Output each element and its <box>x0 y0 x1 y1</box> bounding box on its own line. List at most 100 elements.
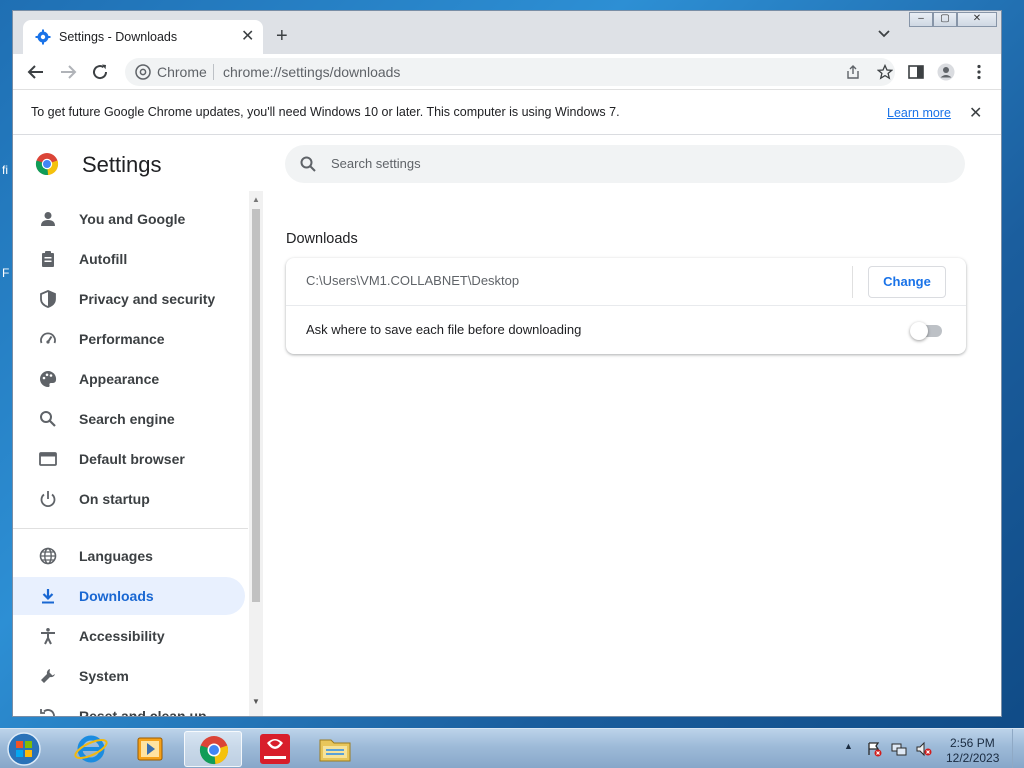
kebab-menu-icon[interactable] <box>970 63 988 81</box>
sidebar-item-label: Appearance <box>79 371 160 387</box>
site-label: Chrome <box>157 64 207 80</box>
wrench-icon <box>41 669 55 683</box>
change-location-button[interactable]: Change <box>868 266 946 298</box>
tab-close-icon[interactable]: ✕ <box>241 26 254 46</box>
reload-icon[interactable] <box>91 63 109 81</box>
url-text[interactable]: chrome://settings/downloads <box>223 64 400 80</box>
power-icon <box>40 491 56 508</box>
forward-arrow-icon[interactable] <box>59 63 77 81</box>
sidebar-item-label: Privacy and security <box>79 291 216 307</box>
sidebar-item-downloads[interactable]: Downloads <box>13 577 245 615</box>
reset-icon <box>40 709 55 716</box>
internet-explorer-icon[interactable] <box>62 731 120 767</box>
settings-sidebar: You and Google Autofill Privacy and secu… <box>13 191 263 717</box>
desktop-text: fi <box>2 163 8 177</box>
tab-title: Settings - Downloads <box>59 30 178 44</box>
search-placeholder: Search settings <box>331 156 421 171</box>
settings-main: Downloads C:\Users\VM1.COLLABNET\Desktop… <box>265 191 1001 716</box>
volume-muted-icon[interactable] <box>916 741 932 757</box>
sidebar-item-label: Languages <box>79 548 153 564</box>
downloads-card: C:\Users\VM1.COLLABNET\Desktop Change As… <box>286 258 966 354</box>
sidebar-item-label: On startup <box>79 491 150 507</box>
back-arrow-icon[interactable] <box>27 63 45 81</box>
show-desktop-button[interactable] <box>1012 729 1024 768</box>
browser-window: Settings - Downloads ✕ + – ▢ ✕ Chrome ch… <box>12 10 1002 717</box>
section-title: Downloads <box>286 231 358 247</box>
update-infobar: To get future Google Chrome updates, you… <box>13 91 1001 135</box>
chrome-logo-icon <box>35 153 59 176</box>
profile-avatar-icon[interactable] <box>937 63 955 81</box>
tab-settings-downloads[interactable]: Settings - Downloads ✕ <box>23 20 263 54</box>
new-tab-button[interactable]: + <box>276 25 288 48</box>
sidebar-item-label: Reset and clean up <box>79 708 207 717</box>
location-row: C:\Users\VM1.COLLABNET\Desktop Change <box>286 258 966 306</box>
sidebar-item-label: Performance <box>79 331 165 347</box>
sidebar-item-appearance[interactable]: Appearance <box>13 360 245 398</box>
sidebar-item-label: Autofill <box>79 251 128 267</box>
bookmark-star-icon[interactable] <box>877 64 893 80</box>
sidebar-scrollbar[interactable]: ▲ ▼ <box>249 191 263 716</box>
close-window-button[interactable]: ✕ <box>957 12 997 27</box>
share-icon[interactable] <box>845 64 861 80</box>
sidebar-item-reset[interactable]: Reset and clean up <box>13 697 245 717</box>
accessibility-icon <box>41 628 55 645</box>
minimize-button[interactable]: – <box>909 12 933 27</box>
scroll-up-arrow-icon[interactable]: ▲ <box>252 195 260 204</box>
desktop-text: F <box>2 266 10 280</box>
sidebar-item-label: Default browser <box>79 451 185 467</box>
sidebar-item-label: System <box>79 668 129 684</box>
sidebar-item-accessibility[interactable]: Accessibility <box>13 617 245 655</box>
maximize-button[interactable]: ▢ <box>933 12 957 27</box>
infobar-message: To get future Google Chrome updates, you… <box>31 105 620 119</box>
scrollbar-thumb[interactable] <box>252 209 260 602</box>
chrome-site-icon <box>135 64 151 80</box>
infobar-close-icon[interactable]: ✕ <box>969 103 982 123</box>
address-bar[interactable]: Chrome chrome://settings/downloads <box>125 58 895 86</box>
sidebar-item-label: Search engine <box>79 411 175 427</box>
speedometer-icon <box>40 332 56 344</box>
divider <box>852 266 853 298</box>
start-button[interactable] <box>4 730 44 768</box>
sidebar-item-default-browser[interactable]: Default browser <box>13 440 245 478</box>
divider <box>213 64 214 80</box>
learn-more-link[interactable]: Learn more <box>887 106 951 120</box>
sidebar-item-performance[interactable]: Performance <box>13 320 245 358</box>
gear-icon <box>35 29 51 45</box>
sidebar-item-label: Accessibility <box>79 628 165 644</box>
sidebar-item-system[interactable]: System <box>13 657 245 695</box>
chrome-taskbar-icon[interactable] <box>184 731 242 767</box>
search-settings-input[interactable]: Search settings <box>285 145 965 183</box>
sidebar-item-search-engine[interactable]: Search engine <box>13 400 245 438</box>
tray-expand-icon[interactable]: ▲ <box>844 741 853 751</box>
clipboard-icon <box>42 251 54 267</box>
sidebar-item-autofill[interactable]: Autofill <box>13 240 245 278</box>
globe-icon <box>39 547 57 565</box>
network-icon[interactable] <box>891 741 907 757</box>
sidebar-item-label: Downloads <box>79 588 154 604</box>
clock-date[interactable]: 12/2/2023 <box>946 751 999 765</box>
download-location: C:\Users\VM1.COLLABNET\Desktop <box>306 273 520 288</box>
person-icon <box>41 212 55 226</box>
clock-time[interactable]: 2:56 PM <box>950 736 995 750</box>
sidebar-item-languages[interactable]: Languages <box>13 537 245 575</box>
page-title: Settings <box>82 152 162 177</box>
search-icon <box>40 411 56 427</box>
search-icon <box>300 156 316 172</box>
action-center-icon[interactable] <box>866 741 882 757</box>
media-player-icon[interactable] <box>122 731 180 767</box>
ask-where-label: Ask where to save each file before downl… <box>306 322 582 337</box>
ask-where-toggle[interactable] <box>910 322 942 340</box>
side-panel-icon[interactable] <box>907 63 925 81</box>
sidebar-item-privacy[interactable]: Privacy and security <box>13 280 245 318</box>
settings-header: Settings Search settings <box>13 136 1001 190</box>
toolbar: Chrome chrome://settings/downloads <box>13 54 1001 90</box>
taskbar: ▲ 2:56 PM 12/2/2023 <box>0 728 1024 768</box>
palette-icon <box>40 370 57 387</box>
chevron-down-icon[interactable] <box>877 27 891 41</box>
file-explorer-icon[interactable] <box>306 731 364 767</box>
red-app-icon[interactable] <box>246 731 304 767</box>
scroll-down-arrow-icon[interactable]: ▼ <box>252 697 260 706</box>
sidebar-item-you-and-google[interactable]: You and Google <box>13 200 245 238</box>
sidebar-item-on-startup[interactable]: On startup <box>13 480 245 518</box>
ask-where-row[interactable]: Ask where to save each file before downl… <box>286 306 966 354</box>
